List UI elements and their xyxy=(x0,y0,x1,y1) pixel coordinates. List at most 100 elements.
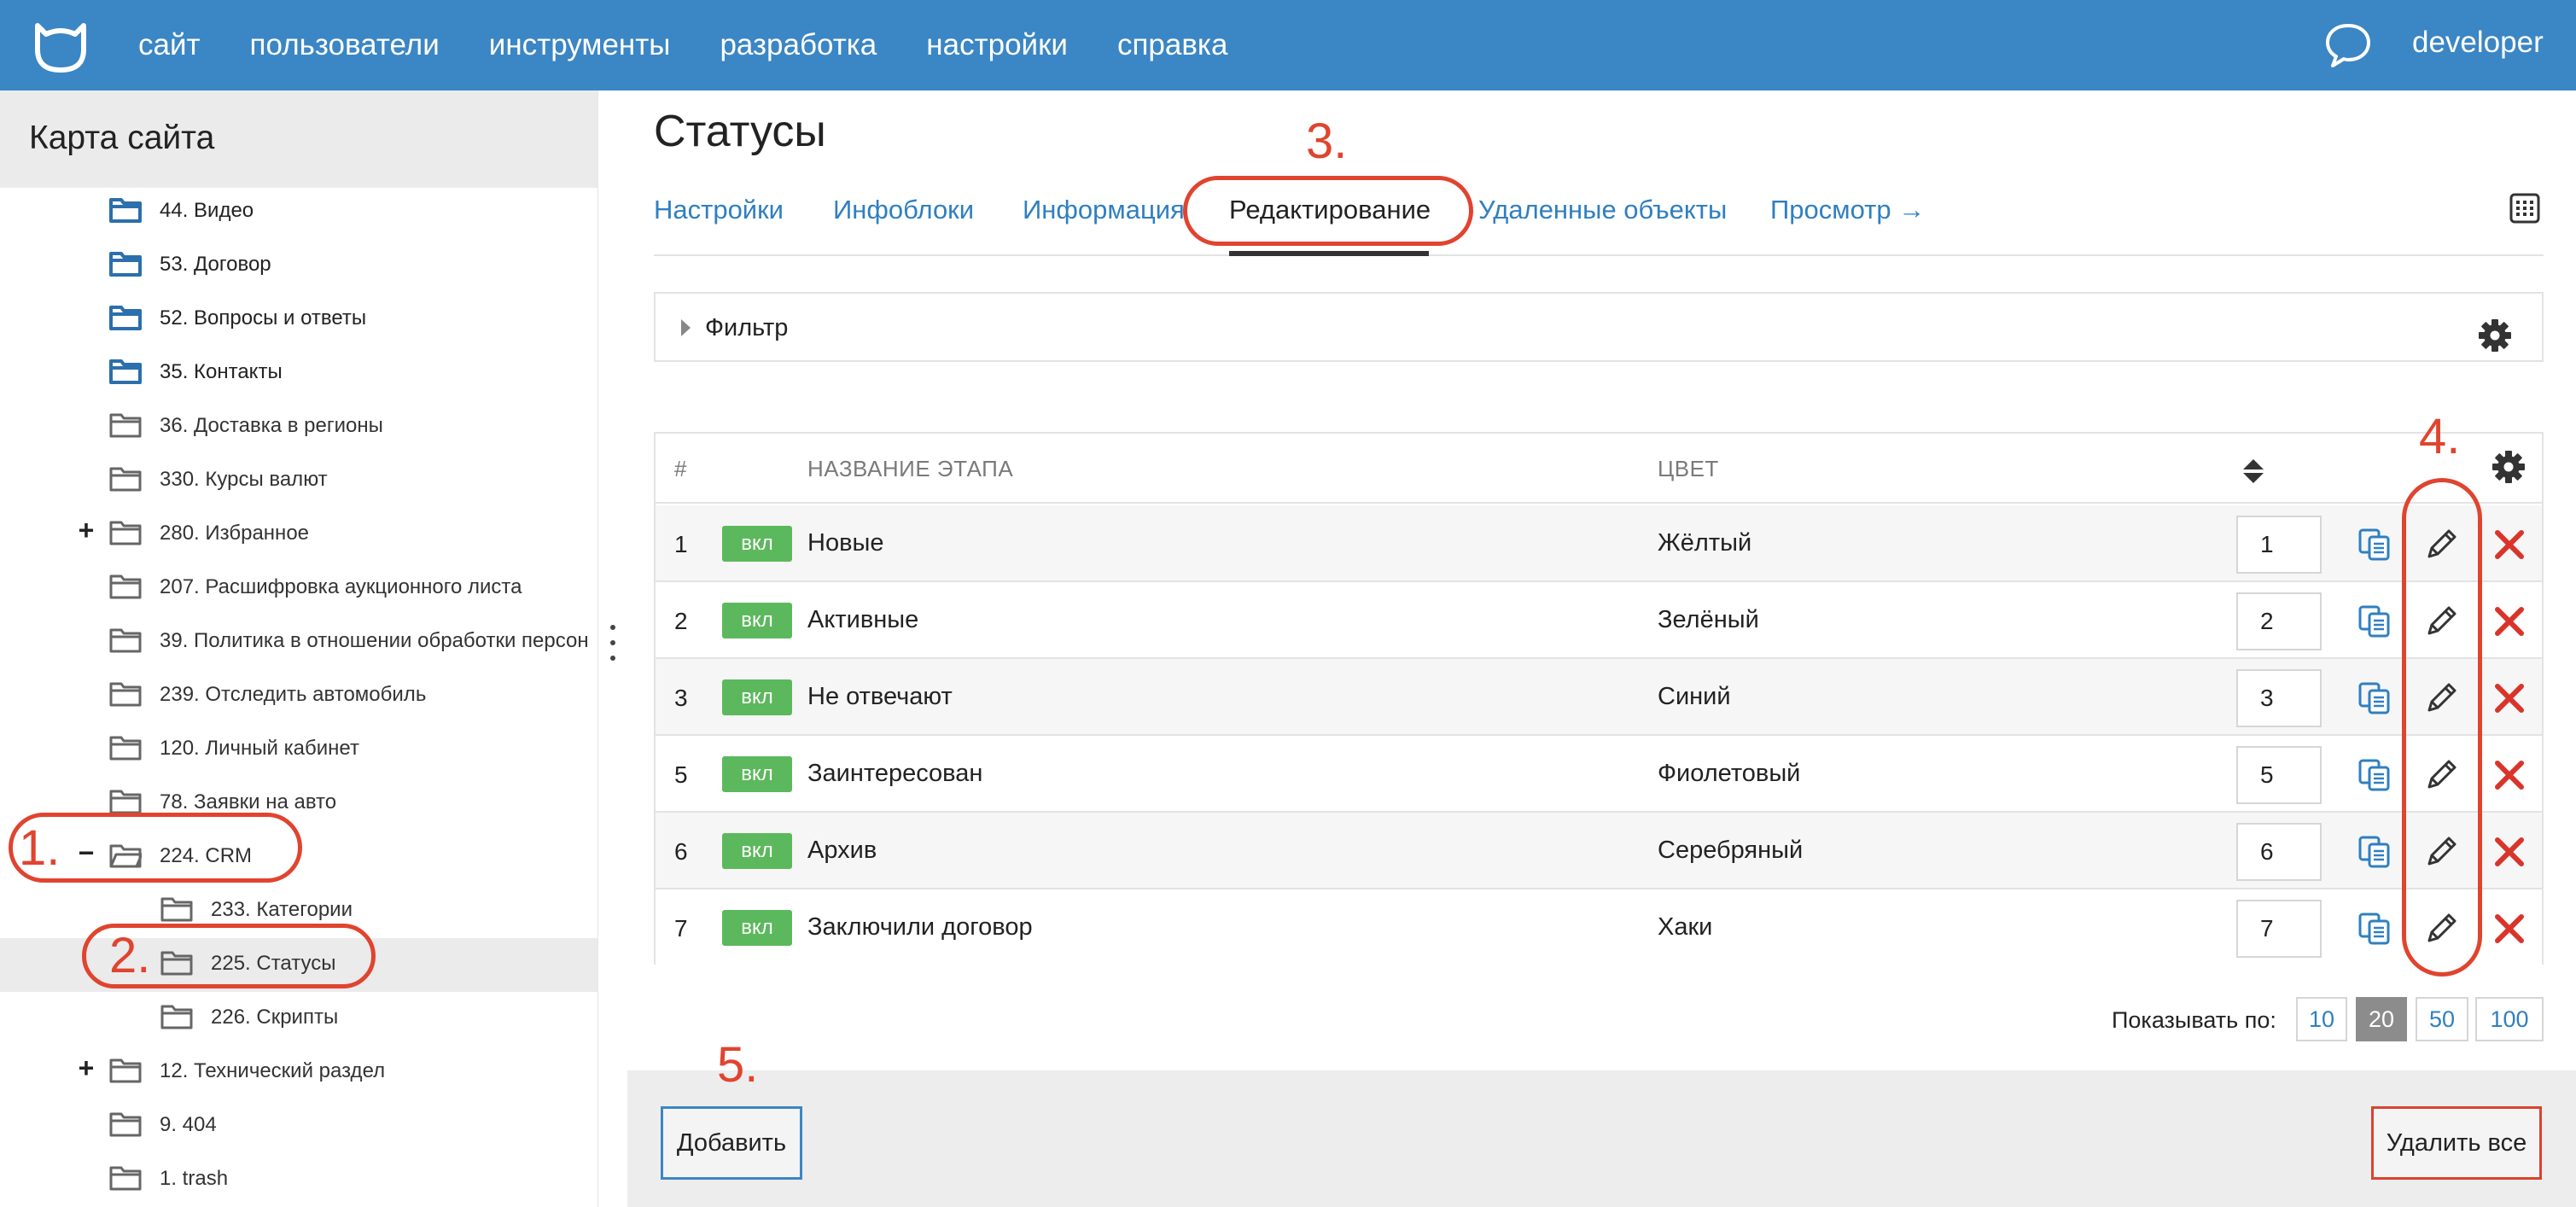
sidebar-tree-item[interactable]: 239. Отследить автомобиль xyxy=(0,669,597,723)
order-input[interactable] xyxy=(2236,592,2322,650)
sidebar-tree-item-label: 36. Доставка в регионы xyxy=(160,414,383,437)
annotation-number-5: 5. xyxy=(717,1037,759,1093)
status-badge[interactable]: вкл xyxy=(722,756,792,792)
action-footer xyxy=(627,1070,2576,1207)
tab-infoblocks[interactable]: Инфоблоки xyxy=(833,195,974,225)
order-input[interactable] xyxy=(2236,823,2322,881)
page-size-100[interactable]: 100 xyxy=(2475,997,2544,1041)
page-size-20[interactable]: 20 xyxy=(2356,997,2407,1041)
copy-icon[interactable] xyxy=(2357,912,2392,946)
sidebar-resize-handle[interactable] xyxy=(597,90,627,1207)
col-name-header[interactable]: НАЗВАНИЕ ЭТАПА xyxy=(807,456,1013,482)
tab-preview[interactable]: Просмотр → xyxy=(1770,195,1925,225)
stage-color: Хаки xyxy=(1658,913,1713,941)
tab-deleted-objects[interactable]: Удаленные объекты xyxy=(1478,195,1727,225)
folder-icon xyxy=(160,1004,193,1029)
sidebar-tree-item[interactable]: 120. Личный кабинет xyxy=(0,723,597,777)
annotation-number-1: 1. xyxy=(19,820,61,876)
filter-panel[interactable]: Фильтр xyxy=(654,292,2544,362)
stage-name: Заинтересован xyxy=(807,760,983,787)
nav-users[interactable]: пользователи xyxy=(250,28,440,62)
delete-x-icon[interactable] xyxy=(2492,681,2526,715)
sidebar-tree-item-label: 330. Курсы валют xyxy=(160,468,328,491)
copy-icon[interactable] xyxy=(2357,604,2392,638)
chat-bubble-icon[interactable] xyxy=(2323,20,2373,70)
sidebar-tree-item[interactable]: 52. Вопросы и ответы xyxy=(0,293,597,347)
row-id: 7 xyxy=(674,915,688,942)
folder-icon xyxy=(109,627,142,653)
col-number-header: # xyxy=(674,456,687,481)
nav-help[interactable]: справка xyxy=(1117,28,1228,62)
tab-information[interactable]: Информация xyxy=(1023,195,1185,225)
status-badge[interactable]: вкл xyxy=(722,679,792,715)
status-badge[interactable]: вкл xyxy=(722,603,792,638)
sidebar-tree-item[interactable]: 207. Расшифровка аукционного листа xyxy=(0,562,597,615)
table-gear-icon[interactable] xyxy=(2491,449,2526,485)
sidebar-tree-item[interactable]: 53. Договор xyxy=(0,239,597,293)
col-color-header[interactable]: ЦВЕТ xyxy=(1658,456,1719,482)
nav-tools[interactable]: инструменты xyxy=(489,28,671,62)
sidebar-tree-item-label: 226. Скрипты xyxy=(211,1006,339,1029)
order-input[interactable] xyxy=(2236,746,2322,804)
sidebar-tree-item[interactable]: +12. Технический раздел xyxy=(0,1046,597,1099)
order-input[interactable] xyxy=(2236,669,2322,727)
sidebar-tree-item[interactable]: 39. Политика в отношении обработки персо… xyxy=(0,615,597,669)
folder-icon xyxy=(109,520,142,545)
delete-x-icon[interactable] xyxy=(2492,528,2526,562)
user-menu[interactable]: developer xyxy=(2412,26,2544,60)
nav-development[interactable]: разработка xyxy=(720,28,877,62)
sidebar-tree-item-label: 9. 404 xyxy=(160,1113,217,1136)
delete-x-icon[interactable] xyxy=(2492,604,2526,638)
copy-icon[interactable] xyxy=(2357,835,2392,869)
folder-icon xyxy=(109,1165,142,1191)
nav-settings[interactable]: настройки xyxy=(926,28,1068,62)
page-size-label: Показывать по: xyxy=(2112,1007,2276,1033)
copy-icon[interactable] xyxy=(2357,681,2392,715)
add-button[interactable]: Добавить xyxy=(661,1106,802,1180)
sidebar-tree-item[interactable]: 44. Видео xyxy=(0,185,597,239)
page-title: Статусы xyxy=(654,107,826,156)
stage-color: Зелёный xyxy=(1658,606,1759,633)
page-size-10[interactable]: 10 xyxy=(2296,997,2347,1041)
page-size-50[interactable]: 50 xyxy=(2416,997,2468,1041)
annotation-oval-edit-column xyxy=(2402,478,2482,977)
sidebar-tree-item[interactable]: 330. Курсы валют xyxy=(0,454,597,508)
delete-x-icon[interactable] xyxy=(2492,758,2526,792)
copy-icon[interactable] xyxy=(2357,528,2392,562)
sitemap-sidebar: Карта сайта 44. Видео 53. Договор 52. Вопр… xyxy=(0,90,597,1207)
sidebar-tree-item[interactable]: +280. Избранное xyxy=(0,508,597,562)
sidebar-tree-item-label: 53. Договор xyxy=(160,253,271,276)
sidebar-tree-item-label: 120. Личный кабинет xyxy=(160,737,359,760)
delete-x-icon[interactable] xyxy=(2492,835,2526,869)
grid-view-icon[interactable] xyxy=(2509,193,2540,224)
sidebar-tree-item-label: 239. Отследить автомобиль xyxy=(160,683,427,706)
sidebar-tree-item[interactable]: 35. Контакты xyxy=(0,347,597,400)
folder-icon xyxy=(160,896,193,922)
expand-plus-icon[interactable]: + xyxy=(73,515,99,546)
sidebar-title: Карта сайта xyxy=(29,120,215,156)
status-badge[interactable]: вкл xyxy=(722,910,792,946)
delete-x-icon[interactable] xyxy=(2492,912,2526,946)
copy-icon[interactable] xyxy=(2357,758,2392,792)
status-badge[interactable]: вкл xyxy=(722,833,792,869)
stage-name: Новые xyxy=(807,529,884,557)
folder-icon xyxy=(109,1111,142,1137)
sort-icon[interactable] xyxy=(2241,458,2265,485)
order-input[interactable] xyxy=(2236,900,2322,958)
cat-logo-icon[interactable] xyxy=(31,15,90,75)
sidebar-tree-item[interactable]: 1. trash xyxy=(0,1153,597,1207)
delete-all-button[interactable]: Удалить все xyxy=(2371,1106,2542,1180)
sidebar-tree-item[interactable]: 9. 404 xyxy=(0,1099,597,1153)
tab-settings[interactable]: Настройки xyxy=(654,195,784,225)
status-badge[interactable]: вкл xyxy=(722,526,792,562)
order-input[interactable] xyxy=(2236,516,2322,574)
sidebar-tree-item-label: 1. trash xyxy=(160,1167,229,1190)
filter-gear-icon[interactable] xyxy=(2477,318,2513,353)
folder-icon xyxy=(109,412,142,438)
annotation-number-4: 4. xyxy=(2419,409,2461,464)
nav-site[interactable]: сайт xyxy=(138,28,201,62)
top-bar: сайт пользователи инструменты разработка… xyxy=(0,0,2576,90)
sidebar-tree-item[interactable]: 36. Доставка в регионы xyxy=(0,400,597,454)
expand-plus-icon[interactable]: + xyxy=(73,1052,99,1084)
sidebar-tree-item[interactable]: 226. Скрипты xyxy=(0,992,597,1046)
